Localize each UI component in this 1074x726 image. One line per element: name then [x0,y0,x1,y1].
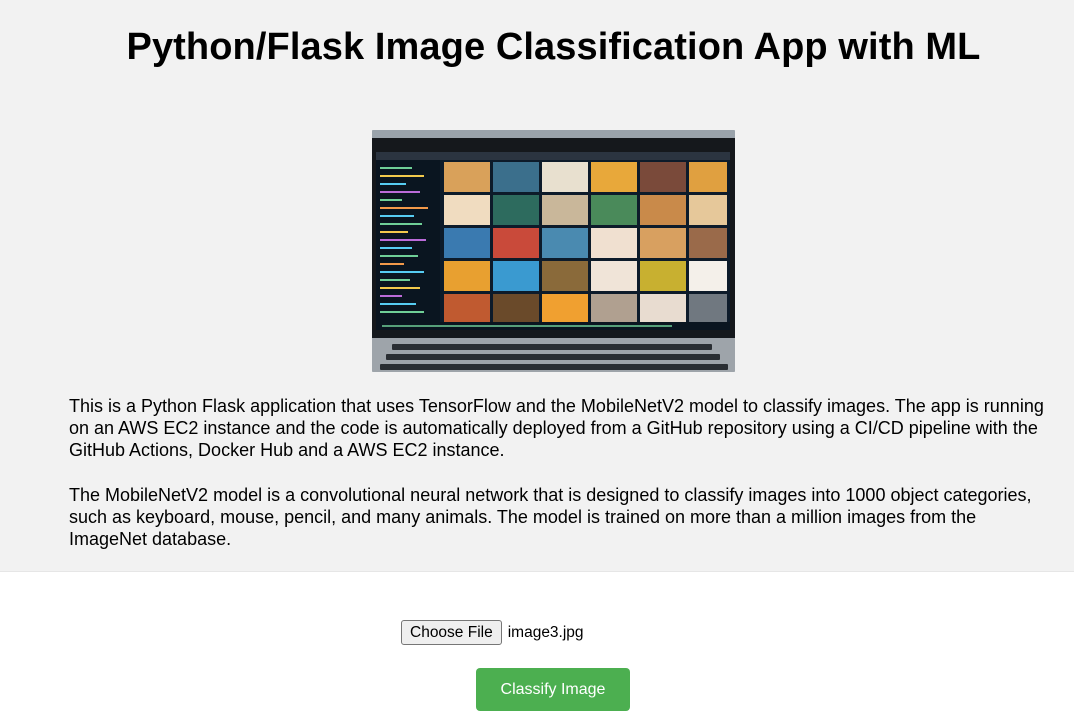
description-paragraph-1: This is a Python Flask application that … [69,396,1044,460]
intro-section: Python/Flask Image Classification App wi… [0,0,1074,572]
description-paragraph-2: The MobileNetV2 model is a convolutional… [69,485,1032,549]
hero-image [372,130,735,372]
file-input[interactable]: Choose File image3.jpg [401,620,584,645]
classify-image-button[interactable]: Classify Image [476,668,630,711]
selected-file-name: image3.jpg [507,623,584,641]
choose-file-button[interactable]: Choose File [401,620,502,645]
page-title: Python/Flask Image Classification App wi… [126,26,981,68]
upload-form: Choose File image3.jpg Classify Image [0,572,1074,726]
